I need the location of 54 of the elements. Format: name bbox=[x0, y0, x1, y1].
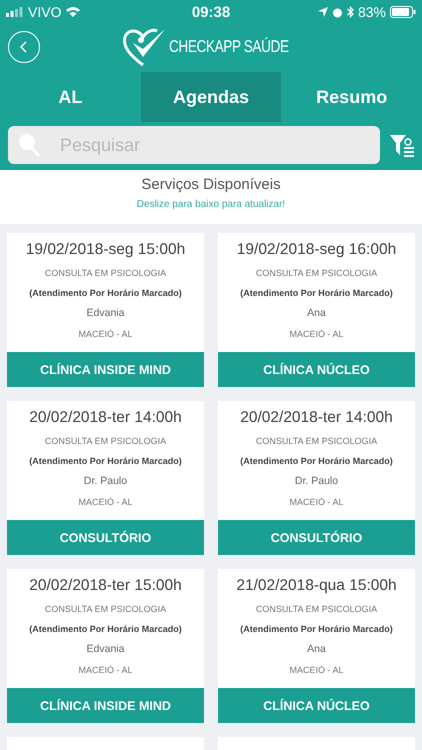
city-name: MACEIÓ - AL bbox=[78, 329, 132, 339]
service-name: CONSULTA EM PSICOLOGIA bbox=[44, 604, 166, 614]
city-name: MACEIÓ - AL bbox=[78, 497, 132, 507]
back-button[interactable] bbox=[8, 31, 40, 63]
refresh-hint: Deslize para baixo para atualizar! bbox=[136, 199, 286, 210]
booking-mode: (Atendimento Por Horário Marcado) bbox=[29, 456, 182, 466]
filter-icon[interactable] bbox=[390, 133, 414, 157]
booking-mode: (Atendimento Por Horário Marcado) bbox=[240, 624, 393, 634]
city-name: MACEIÓ - AL bbox=[289, 497, 344, 507]
clinic-button[interactable]: CONSULTÓRIO bbox=[218, 520, 415, 555]
battery-icon bbox=[390, 6, 416, 18]
appointment-datetime: 20/02/2018-ter 15:00h bbox=[29, 577, 182, 595]
clinic-button[interactable]: CLÍNICA NÚCLEO bbox=[218, 352, 415, 387]
professional-name: Dr. Paulo bbox=[84, 475, 128, 487]
city-name: MACEIÓ - AL bbox=[289, 329, 344, 339]
professional-name: Edvania bbox=[86, 643, 124, 655]
appointment-datetime: 19/02/2018-seg 15:00h bbox=[26, 241, 186, 259]
service-name: CONSULTA EM PSICOLOGIA bbox=[256, 604, 378, 614]
back-chevron-icon bbox=[19, 41, 29, 53]
signal-icon bbox=[6, 7, 24, 17]
carrier-name: VIVO bbox=[28, 4, 62, 20]
heart-check-icon bbox=[123, 27, 168, 67]
city-name: MACEIÓ - AL bbox=[289, 665, 344, 675]
booking-mode: (Atendimento Por Horário Marcado) bbox=[240, 456, 393, 466]
tab[interactable]: Resumo bbox=[281, 72, 422, 122]
professional-name: Ana bbox=[307, 643, 326, 655]
clock-time: 09:38 bbox=[192, 4, 230, 20]
bluetooth-icon bbox=[346, 6, 354, 18]
service-name: CONSULTA EM PSICOLOGIA bbox=[256, 436, 378, 446]
appointment-datetime: 20/02/2018-ter 14:00h bbox=[29, 409, 182, 427]
appointment-datetime: 20/02/2018-ter 14:00h bbox=[240, 409, 393, 427]
location-arrow-icon bbox=[318, 7, 328, 17]
professional-name: Edvania bbox=[86, 307, 124, 319]
service-name: CONSULTA EM PSICOLOGIA bbox=[44, 268, 166, 278]
section-title: Serviços Disponíveis bbox=[140, 176, 282, 193]
appointment-datetime: 19/02/2018-seg 16:00h bbox=[236, 241, 396, 259]
tab[interactable]: AL bbox=[0, 72, 141, 122]
booking-mode: (Atendimento Por Horário Marcado) bbox=[29, 624, 182, 634]
tab[interactable]: Agendas bbox=[140, 72, 282, 122]
battery-percent: 83% bbox=[358, 4, 386, 20]
brand-name: CHECKAPP SAÚDE bbox=[169, 37, 289, 57]
booking-mode: (Atendimento Por Horário Marcado) bbox=[29, 288, 182, 298]
booking-mode: (Atendimento Por Horário Marcado) bbox=[240, 288, 393, 298]
clinic-button[interactable]: CLÍNICA INSIDE MIND bbox=[7, 688, 204, 723]
city-name: MACEIÓ - AL bbox=[78, 665, 132, 675]
appointment-datetime: 21/02/2018-qua 15:00h bbox=[236, 577, 397, 595]
clinic-button[interactable]: CONSULTÓRIO bbox=[7, 520, 204, 555]
professional-name: Dr. Paulo bbox=[294, 475, 338, 487]
service-name: CONSULTA EM PSICOLOGIA bbox=[256, 268, 378, 278]
wifi-icon bbox=[65, 6, 82, 18]
service-name: CONSULTA EM PSICOLOGIA bbox=[44, 436, 166, 446]
clinic-button[interactable]: CLÍNICA NÚCLEO bbox=[218, 688, 415, 723]
professional-name: Ana bbox=[307, 307, 326, 319]
clinic-button[interactable]: CLÍNICA INSIDE MIND bbox=[7, 352, 204, 387]
